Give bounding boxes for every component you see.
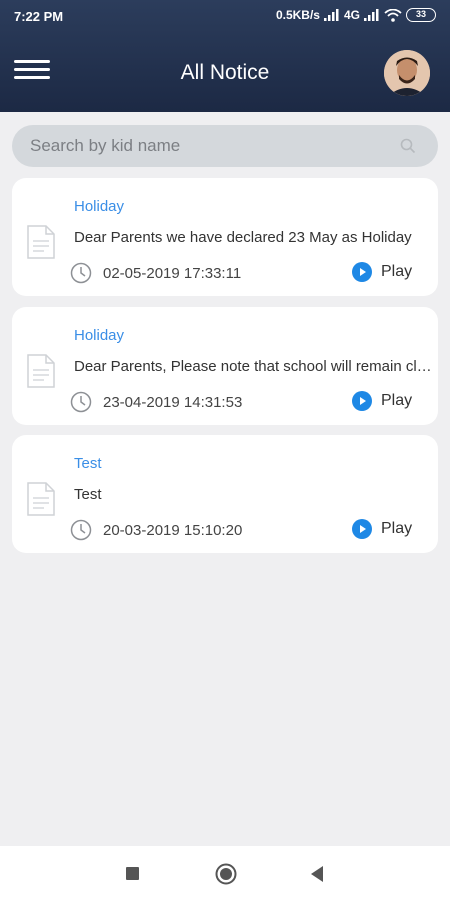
document-icon bbox=[27, 354, 55, 388]
notice-message: Dear Parents, Please note that school wi… bbox=[74, 358, 434, 375]
wifi-icon bbox=[384, 8, 402, 22]
notice-datetime: 02-05-2019 17:33:11 bbox=[103, 265, 242, 282]
search-bar[interactable] bbox=[12, 125, 438, 167]
avatar[interactable] bbox=[384, 50, 430, 96]
avatar-image bbox=[384, 50, 430, 96]
status-bar: 7:22 PM 0.5KB/s 4G 33 bbox=[0, 0, 450, 32]
play-circle-icon bbox=[352, 519, 372, 539]
clock-icon bbox=[70, 262, 92, 284]
play-label: Play bbox=[381, 263, 413, 280]
notice-card[interactable]: Holiday Dear Parents, Please note that s… bbox=[12, 307, 438, 425]
status-time: 7:22 PM bbox=[14, 9, 64, 24]
notice-category: Holiday bbox=[74, 327, 125, 344]
document-icon bbox=[27, 482, 55, 516]
network-speed: 0.5KB/s bbox=[275, 8, 320, 22]
notice-card[interactable]: Test Test 20-03-2019 15:10:20 Play bbox=[12, 435, 438, 553]
page-title: All Notice bbox=[180, 61, 270, 84]
notice-datetime: 20-03-2019 15:10:20 bbox=[103, 522, 243, 539]
play-label: Play bbox=[381, 392, 413, 409]
search-input[interactable] bbox=[30, 125, 400, 167]
system-nav-bar bbox=[0, 846, 450, 900]
play-label: Play bbox=[381, 520, 413, 537]
recents-icon[interactable] bbox=[126, 867, 139, 880]
play-circle-icon bbox=[352, 391, 372, 411]
app-header: 7:22 PM 0.5KB/s 4G 33 All Notice bbox=[0, 0, 450, 112]
search-icon[interactable] bbox=[400, 138, 416, 154]
status-indicators: 0.5KB/s 4G 33 bbox=[276, 8, 436, 22]
battery-icon: 33 bbox=[406, 8, 436, 22]
back-icon[interactable] bbox=[309, 865, 325, 883]
signal-icon bbox=[323, 9, 339, 21]
clock-icon bbox=[70, 519, 92, 541]
notice-category: Holiday bbox=[74, 198, 125, 215]
notice-category: Test bbox=[74, 455, 102, 472]
play-button[interactable]: Play bbox=[352, 262, 412, 282]
notice-message: Test bbox=[74, 486, 102, 503]
signal-icon bbox=[364, 9, 379, 21]
document-icon bbox=[27, 225, 55, 259]
play-circle-icon bbox=[352, 262, 372, 282]
play-button[interactable]: Play bbox=[352, 391, 412, 411]
notice-card[interactable]: Holiday Dear Parents we have declared 23… bbox=[12, 178, 438, 296]
clock-icon bbox=[70, 391, 92, 413]
play-button[interactable]: Play bbox=[352, 519, 412, 539]
home-icon[interactable] bbox=[215, 863, 237, 885]
notice-datetime: 23-04-2019 14:31:53 bbox=[103, 394, 243, 411]
network-type: 4G bbox=[343, 8, 360, 22]
notice-message: Dear Parents we have declared 23 May as … bbox=[74, 229, 412, 246]
